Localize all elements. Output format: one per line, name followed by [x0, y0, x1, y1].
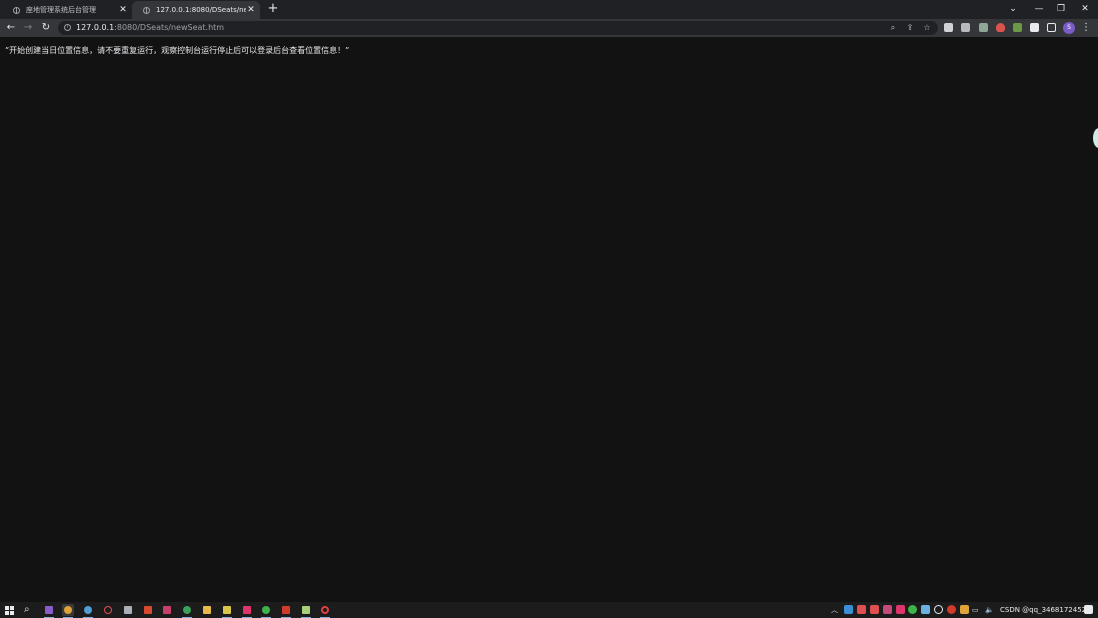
profile-avatar[interactable]: S [1063, 22, 1075, 34]
restore-button[interactable]: ❐ [1049, 0, 1073, 18]
browser-toolbar: ← → ↻ i 127.0.0.1:8080/DSeats/newSeat.ht… [0, 19, 1098, 37]
chevron-down-icon[interactable]: ⌄ [1001, 0, 1025, 18]
app-sync-icon[interactable] [181, 604, 193, 618]
app-notes-icon[interactable] [221, 604, 233, 618]
share-icon[interactable]: ⇪ [903, 21, 917, 35]
app-pink-icon[interactable] [241, 604, 253, 618]
app-doc-icon[interactable] [300, 604, 312, 618]
app-chrome-icon[interactable] [62, 604, 74, 618]
globe-icon [143, 6, 150, 14]
tab-title: 座地管理系统后台管理 [26, 6, 96, 14]
tray-app-5-icon[interactable] [896, 605, 905, 614]
tab-admin[interactable]: 座地管理系统后台管理 ✕ [2, 1, 132, 19]
tray-app-3-icon[interactable] [870, 605, 879, 614]
minimize-button[interactable]: — [1027, 0, 1051, 18]
tab-newseat[interactable]: 127.0.0.1:8080/DSeats/newSeat.htm ✕ [132, 1, 260, 19]
windows-taskbar: ⌕ ︿ ▭ 🔈 CSDN @qq_34681724521 [0, 602, 1098, 618]
menu-kebab-icon[interactable]: ⋮ [1080, 21, 1092, 35]
back-button[interactable]: ← [4, 21, 18, 35]
side-panel-handle[interactable] [1093, 128, 1098, 148]
close-window-button[interactable]: ✕ [1073, 0, 1097, 18]
app-office-icon[interactable] [142, 604, 154, 616]
zoom-icon[interactable]: ⌕ [886, 21, 900, 35]
side-panel-icon[interactable] [1047, 23, 1056, 32]
app-red-icon[interactable] [280, 604, 292, 618]
close-icon[interactable]: ✕ [246, 5, 256, 15]
tray-watermark-text: CSDN @qq_34681724521 [1000, 606, 1091, 614]
status-message: ”开始创建当日位置信息，请不要重复运行，观察控制台运行停止后可以登录后台查看位置… [5, 46, 350, 55]
address-bar[interactable]: i 127.0.0.1:8080/DSeats/newSeat.htm ⌕ ⇪ … [58, 21, 938, 35]
tray-app-9-icon[interactable] [960, 605, 969, 614]
extension-shield-icon[interactable] [996, 23, 1005, 32]
new-tab-button[interactable]: + [266, 2, 280, 16]
extension-leaf-icon[interactable] [1013, 23, 1022, 32]
app-wechat-icon[interactable] [260, 604, 272, 618]
app-tool-icon[interactable] [161, 604, 173, 616]
app-record-icon[interactable] [102, 604, 114, 616]
extension-image-icon[interactable] [979, 23, 988, 32]
close-icon[interactable]: ✕ [118, 5, 128, 15]
app-visual-studio-icon[interactable] [43, 604, 55, 618]
app-monitor-icon[interactable] [122, 604, 134, 616]
tray-app-8-icon[interactable] [947, 605, 956, 614]
search-icon[interactable]: ⌕ [23, 604, 35, 616]
tray-wechat-icon[interactable] [908, 605, 917, 614]
app-folder-icon[interactable] [201, 604, 213, 616]
app-recorder-icon[interactable] [319, 604, 331, 618]
globe-icon [13, 6, 20, 14]
notification-icon[interactable] [1084, 605, 1093, 614]
info-icon[interactable]: i [64, 24, 71, 31]
bookmark-star-icon[interactable]: ☆ [920, 21, 934, 35]
tray-app-7-icon[interactable] [934, 605, 943, 614]
extensions-puzzle-icon[interactable] [1030, 23, 1039, 32]
network-icon[interactable]: ▭ [972, 604, 979, 616]
reload-button[interactable]: ↻ [39, 21, 53, 35]
windows-start-icon[interactable] [5, 606, 14, 615]
page-content: ”开始创建当日位置信息，请不要重复运行，观察控制台运行停止后可以登录后台查看位置… [0, 37, 1098, 602]
tray-chevron-up-icon[interactable]: ︿ [831, 604, 838, 616]
volume-icon[interactable]: 🔈 [985, 604, 994, 616]
app-edge-icon[interactable] [82, 604, 94, 618]
tray-app-1-icon[interactable] [844, 605, 853, 614]
extension-chat-icon[interactable] [944, 23, 953, 32]
forward-button[interactable]: → [21, 21, 35, 35]
extension-camera-icon[interactable] [961, 23, 970, 32]
tray-app-2-icon[interactable] [857, 605, 866, 614]
tab-title: 127.0.0.1:8080/DSeats/newSeat.htm [156, 6, 246, 14]
tab-strip: 座地管理系统后台管理 ✕ 127.0.0.1:8080/DSeats/newSe… [0, 0, 1098, 19]
tray-app-6-icon[interactable] [921, 605, 930, 614]
url-text[interactable]: 127.0.0.1:8080/DSeats/newSeat.htm [76, 21, 224, 35]
tray-app-4-icon[interactable] [883, 605, 892, 614]
